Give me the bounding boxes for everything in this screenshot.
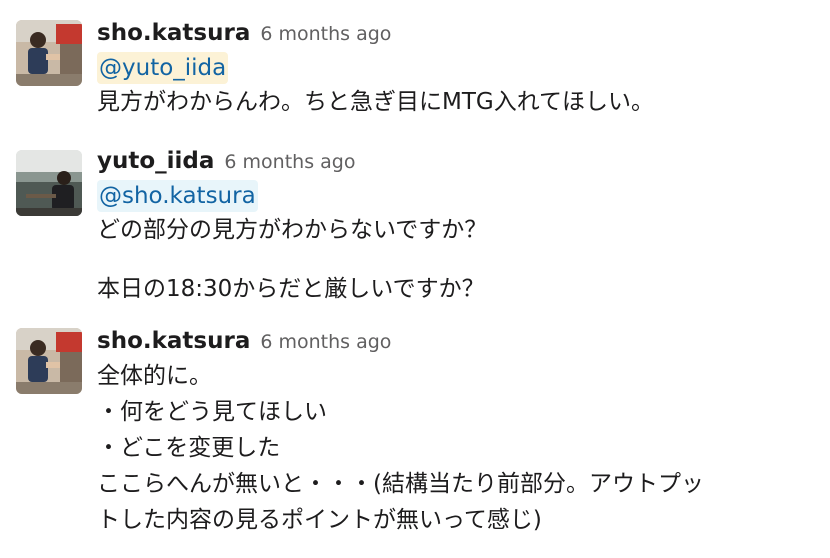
username[interactable]: sho.katsura: [97, 328, 250, 354]
message-header: sho.katsura 6 months ago: [97, 326, 824, 356]
message-text: トした内容の見るポイントが無いって感じ): [97, 507, 542, 533]
user-mention[interactable]: @yuto_iida: [97, 52, 229, 84]
avatar[interactable]: [16, 150, 82, 216]
timestamp[interactable]: 6 months ago: [224, 151, 355, 173]
user-avatar-image: [16, 150, 82, 216]
message-text: 本日の18:30からだと厳しいですか？: [97, 276, 485, 302]
user-avatar-image: [16, 328, 82, 394]
message-text: ・何をどう見てほしい: [97, 399, 327, 425]
message-body: sho.katsura 6 months ago @yuto_iida 見方がわか…: [97, 18, 824, 120]
message-body: sho.katsura 6 months ago 全体的に。 ・何をどう見てほしい…: [97, 326, 824, 538]
user-mention[interactable]: @sho.katsura: [97, 180, 258, 212]
message-text: どの部分の見方がわからないですか？: [97, 217, 488, 243]
message-header: yuto_iida 6 months ago: [97, 146, 824, 176]
message-text: ここらへんが無いと・・・(結構当たり前部分。アウトプッ: [97, 471, 704, 497]
user-avatar-image: [16, 20, 82, 86]
message-text: 全体的に。: [97, 363, 212, 389]
message-body: yuto_iida 6 months ago @sho.katsura どの部分の…: [97, 146, 824, 307]
message-text: 見方がわからんわ。ちと急ぎ目にMTG入れてほしい。: [97, 89, 655, 115]
mention-row: @yuto_iida: [97, 52, 824, 84]
message-header: sho.katsura 6 months ago: [97, 18, 824, 48]
timestamp[interactable]: 6 months ago: [260, 23, 391, 45]
avatar[interactable]: [16, 20, 82, 86]
mention-row: @sho.katsura: [97, 180, 824, 212]
username[interactable]: sho.katsura: [97, 20, 250, 46]
timestamp[interactable]: 6 months ago: [260, 331, 391, 353]
avatar[interactable]: [16, 328, 82, 394]
message-text: ・どこを変更した: [97, 435, 281, 461]
username[interactable]: yuto_iida: [97, 148, 214, 174]
